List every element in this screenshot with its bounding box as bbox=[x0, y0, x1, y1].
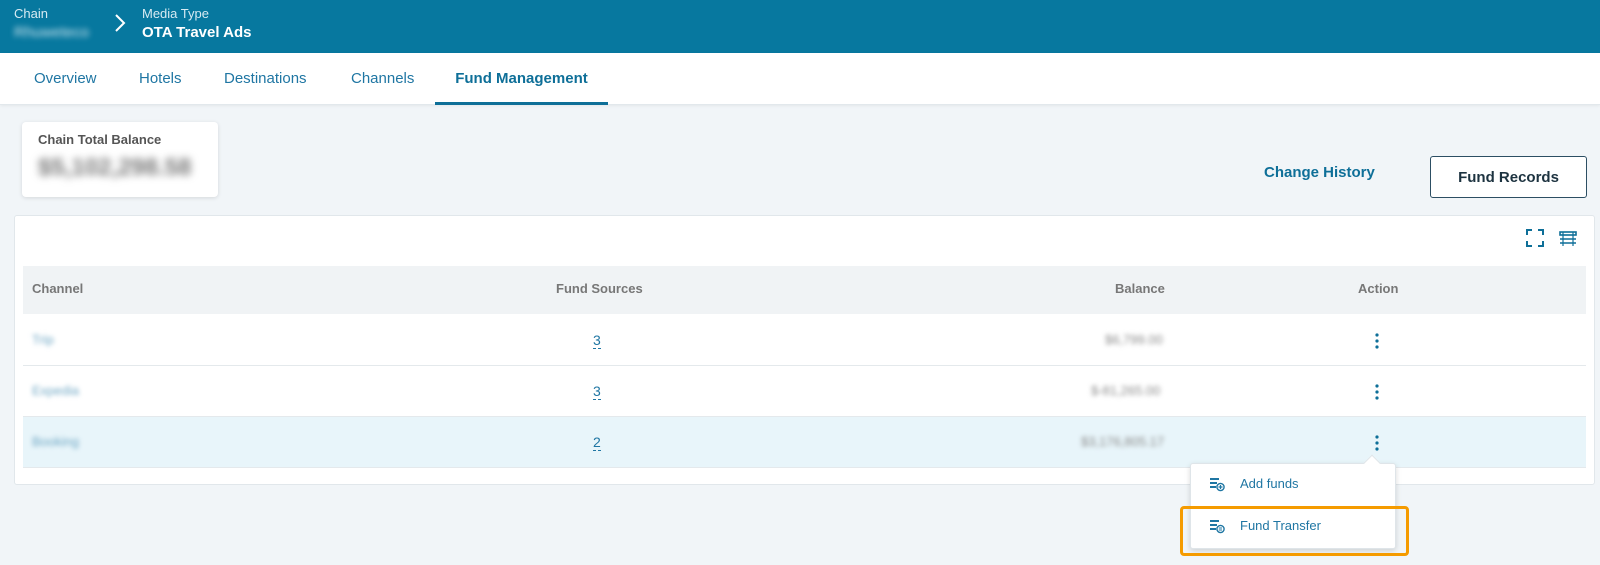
fund-sources-link[interactable]: 3 bbox=[593, 384, 601, 400]
chevron-right-icon bbox=[115, 14, 126, 32]
header-channel: Channel bbox=[32, 281, 84, 296]
top-header: Chain Rhuweteco Media Type OTA Travel Ad… bbox=[0, 0, 1600, 53]
more-vertical-icon[interactable] bbox=[1370, 382, 1384, 402]
table-row: Expedia 3 $-81,265.00 bbox=[23, 366, 1586, 417]
more-vertical-icon[interactable] bbox=[1370, 433, 1384, 453]
header-action: Action bbox=[1358, 281, 1399, 296]
chain-crumb[interactable]: Chain Rhuweteco bbox=[14, 6, 89, 41]
tab-hotels[interactable]: Hotels bbox=[139, 53, 182, 105]
change-history-button[interactable]: Change History bbox=[1264, 164, 1375, 181]
chain-total-balance-card: Chain Total Balance $5,102,298.58 bbox=[22, 122, 218, 197]
chain-name: Rhuweteco bbox=[14, 24, 90, 41]
channel-name[interactable]: Expedia bbox=[32, 383, 79, 398]
channel-name[interactable]: Booking bbox=[32, 434, 79, 449]
fullscreen-icon[interactable] bbox=[1524, 227, 1546, 249]
row-balance: $3,176,805.17 bbox=[1081, 434, 1165, 449]
header-balance: Balance bbox=[1115, 281, 1165, 296]
balance-label: Chain Total Balance bbox=[38, 132, 162, 147]
row-balance: $-81,265.00 bbox=[1091, 383, 1161, 398]
add-funds-icon bbox=[1210, 478, 1225, 492]
fund-records-button[interactable]: Fund Records bbox=[1430, 156, 1587, 198]
table-header: Channel Fund Sources Balance Action bbox=[23, 266, 1586, 314]
fund-sources-link[interactable]: 3 bbox=[593, 333, 601, 349]
media-type-label: Media Type bbox=[142, 6, 209, 21]
header-fund-sources: Fund Sources bbox=[556, 281, 643, 296]
tab-fund-management[interactable]: Fund Management bbox=[435, 53, 608, 105]
channel-name[interactable]: Trip bbox=[32, 332, 54, 347]
chain-label: Chain bbox=[14, 6, 48, 21]
tab-overview[interactable]: Overview bbox=[34, 53, 97, 105]
table-row: Trip 3 $6,799.00 bbox=[23, 315, 1586, 366]
fund-transfer-highlight bbox=[1180, 506, 1409, 556]
menu-item-add-funds[interactable]: Add funds bbox=[1191, 464, 1397, 504]
media-type-value: OTA Travel Ads bbox=[142, 24, 252, 41]
fund-sources-link[interactable]: 2 bbox=[593, 435, 601, 451]
balance-value: $5,102,298.58 bbox=[38, 154, 192, 181]
tab-bar: Overview Hotels Destinations Channels Fu… bbox=[0, 53, 1600, 105]
active-tab-underline bbox=[435, 102, 608, 105]
tab-fund-management-label: Fund Management bbox=[455, 70, 588, 87]
tab-destinations[interactable]: Destinations bbox=[224, 53, 307, 105]
row-balance: $6,799.00 bbox=[1105, 332, 1163, 347]
add-funds-label: Add funds bbox=[1240, 476, 1299, 491]
row-density-icon[interactable] bbox=[1557, 227, 1579, 249]
media-type-crumb: Media Type OTA Travel Ads bbox=[142, 6, 251, 41]
table-row-selected: Booking 2 $3,176,805.17 bbox=[23, 417, 1586, 468]
tab-channels[interactable]: Channels bbox=[351, 53, 414, 105]
more-vertical-icon[interactable] bbox=[1370, 331, 1384, 351]
